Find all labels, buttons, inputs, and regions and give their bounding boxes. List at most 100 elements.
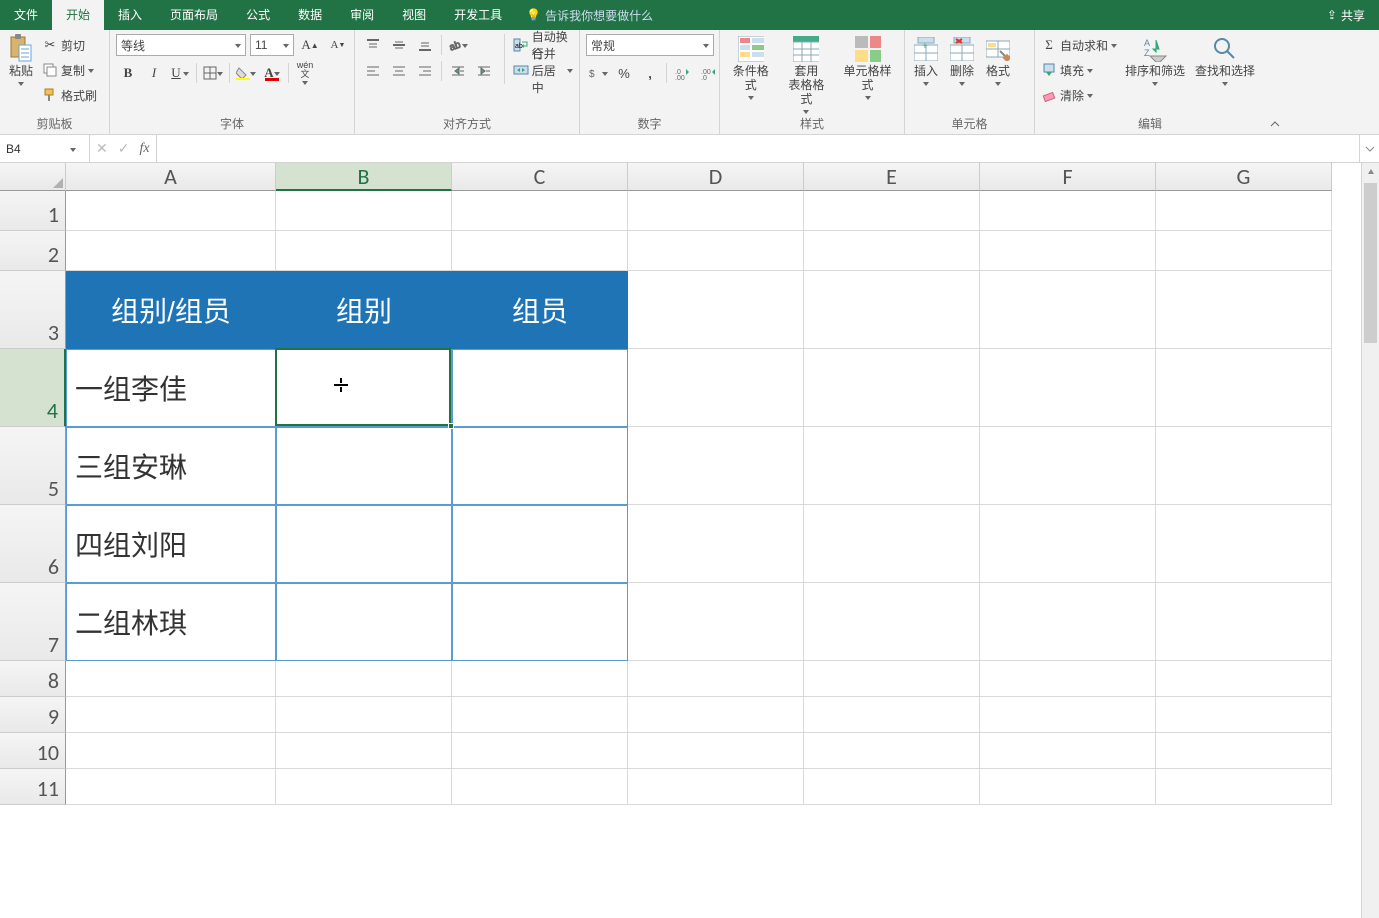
tab-home[interactable]: 开始 — [52, 0, 104, 30]
cell-E6[interactable] — [804, 505, 980, 583]
collapse-ribbon-button[interactable] — [1265, 30, 1285, 134]
cell-B8[interactable] — [276, 661, 452, 697]
align-top-button[interactable] — [361, 34, 385, 56]
cell-F6[interactable] — [980, 505, 1156, 583]
cancel-formula-button[interactable]: ✕ — [96, 140, 108, 157]
border-button[interactable] — [201, 62, 225, 84]
chevron-down-icon[interactable] — [70, 148, 76, 152]
cell-G5[interactable] — [1156, 427, 1332, 505]
format-painter-button[interactable]: 格式刷 — [42, 84, 97, 106]
cell-D8[interactable] — [628, 661, 804, 697]
conditional-format-button[interactable]: 条件格式 — [726, 34, 776, 102]
cell-C8[interactable] — [452, 661, 628, 697]
cell-E11[interactable] — [804, 769, 980, 805]
cell-B5[interactable] — [276, 427, 452, 505]
decrease-indent-button[interactable] — [446, 60, 470, 82]
delete-cells-button[interactable]: 删除 — [947, 34, 977, 88]
cell-G3[interactable] — [1156, 271, 1332, 349]
name-box[interactable] — [0, 135, 90, 162]
cell-C9[interactable] — [452, 697, 628, 733]
italic-button[interactable]: I — [142, 62, 166, 84]
col-header-D[interactable]: D — [628, 163, 804, 191]
cell-F10[interactable] — [980, 733, 1156, 769]
cell-D1[interactable] — [628, 191, 804, 231]
cell-F7[interactable] — [980, 583, 1156, 661]
col-header-B[interactable]: B — [276, 163, 452, 191]
align-middle-button[interactable] — [387, 34, 411, 56]
align-left-button[interactable] — [361, 60, 385, 82]
share-button[interactable]: ⇪ 共享 — [1327, 7, 1365, 24]
cell-C11[interactable] — [452, 769, 628, 805]
cell-E2[interactable] — [804, 231, 980, 271]
col-header-G[interactable]: G — [1156, 163, 1332, 191]
cell-D5[interactable] — [628, 427, 804, 505]
fill-button[interactable]: 填充 — [1041, 59, 1117, 81]
vertical-scrollbar[interactable] — [1361, 163, 1379, 918]
cell-F11[interactable] — [980, 769, 1156, 805]
increase-indent-button[interactable] — [472, 60, 496, 82]
cell-G6[interactable] — [1156, 505, 1332, 583]
tab-data[interactable]: 数据 — [284, 0, 336, 30]
sort-filter-button[interactable]: AZ排序和筛选 — [1123, 34, 1187, 88]
col-header-F[interactable]: F — [980, 163, 1156, 191]
cell-styles-button[interactable]: 单元格样式 — [837, 34, 898, 102]
row-header-4[interactable]: 4 — [0, 349, 66, 427]
cell-C7[interactable] — [452, 583, 628, 661]
align-bottom-button[interactable] — [413, 34, 437, 56]
row-header-3[interactable]: 3 — [0, 271, 66, 349]
cell-E1[interactable] — [804, 191, 980, 231]
cell-B10[interactable] — [276, 733, 452, 769]
font-color-button[interactable]: A — [260, 62, 284, 84]
paste-button[interactable]: 粘贴 — [6, 34, 36, 88]
cell-B9[interactable] — [276, 697, 452, 733]
col-header-C[interactable]: C — [452, 163, 628, 191]
formula-input[interactable] — [157, 135, 1359, 162]
cell-F5[interactable] — [980, 427, 1156, 505]
underline-button[interactable]: U — [168, 62, 192, 84]
cell-B1[interactable] — [276, 191, 452, 231]
row-header-9[interactable]: 9 — [0, 697, 66, 733]
fill-handle[interactable] — [448, 423, 454, 429]
cell-D10[interactable] — [628, 733, 804, 769]
cell-F2[interactable] — [980, 231, 1156, 271]
font-size-combo[interactable]: 11 — [250, 34, 294, 56]
number-format-combo[interactable]: 常规 — [586, 34, 714, 56]
merge-center-button[interactable]: 合并后居中 — [513, 59, 573, 81]
cell-A2[interactable] — [66, 231, 276, 271]
cell-B11[interactable] — [276, 769, 452, 805]
cell-A6[interactable]: 四组刘阳 — [66, 505, 276, 583]
sheet-grid[interactable]: ABCDEFG123组别/组员组别组员4一组李佳5三组安琳6四组刘阳7二组林琪8… — [0, 163, 1361, 918]
col-header-A[interactable]: A — [66, 163, 276, 191]
confirm-formula-button[interactable]: ✓ — [118, 140, 130, 157]
tab-insert[interactable]: 插入 — [104, 0, 156, 30]
insert-cells-button[interactable]: +插入 — [911, 34, 941, 88]
cell-C5[interactable] — [452, 427, 628, 505]
cut-button[interactable]: ✂剪切 — [42, 34, 97, 56]
bold-button[interactable]: B — [116, 62, 140, 84]
cell-A1[interactable] — [66, 191, 276, 231]
tab-view[interactable]: 视图 — [388, 0, 440, 30]
increase-decimal-button[interactable]: .0.00 — [671, 62, 695, 84]
decrease-font-button[interactable]: A▼ — [326, 34, 350, 56]
cell-D4[interactable] — [628, 349, 804, 427]
cell-E10[interactable] — [804, 733, 980, 769]
name-box-input[interactable] — [0, 142, 70, 156]
cell-C1[interactable] — [452, 191, 628, 231]
cell-A5[interactable]: 三组安琳 — [66, 427, 276, 505]
row-header-5[interactable]: 5 — [0, 427, 66, 505]
increase-font-button[interactable]: A▲ — [298, 34, 322, 56]
cell-D11[interactable] — [628, 769, 804, 805]
cell-G9[interactable] — [1156, 697, 1332, 733]
cell-D9[interactable] — [628, 697, 804, 733]
cell-A10[interactable] — [66, 733, 276, 769]
tab-page-layout[interactable]: 页面布局 — [156, 0, 232, 30]
cell-D2[interactable] — [628, 231, 804, 271]
cell-A11[interactable] — [66, 769, 276, 805]
cell-F3[interactable] — [980, 271, 1156, 349]
phonetic-button[interactable]: wén文 — [293, 62, 317, 84]
tab-review[interactable]: 审阅 — [336, 0, 388, 30]
cell-G8[interactable] — [1156, 661, 1332, 697]
cell-D7[interactable] — [628, 583, 804, 661]
cell-G4[interactable] — [1156, 349, 1332, 427]
tab-file[interactable]: 文件 — [0, 0, 52, 30]
